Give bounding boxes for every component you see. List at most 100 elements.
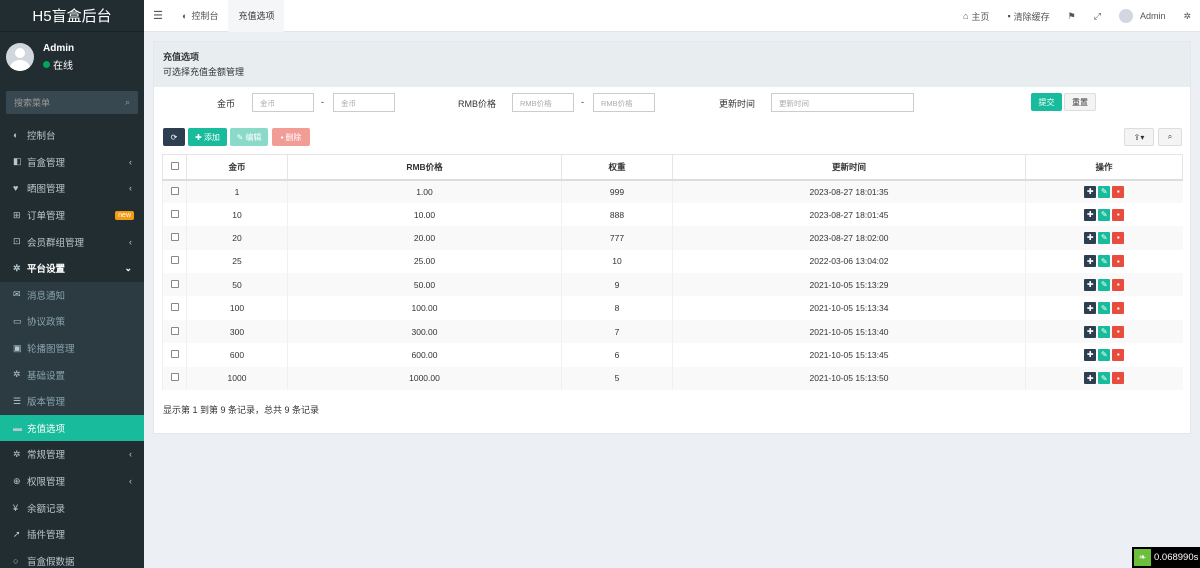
edit-icon[interactable]: ✎ — [1098, 278, 1111, 291]
delete-icon[interactable]: ▪ — [1112, 255, 1125, 268]
settings-gear-icon[interactable]: ✲ — [1174, 11, 1200, 22]
submit-button[interactable]: 提交 — [1031, 93, 1062, 111]
home-link[interactable]: ⌂ 主页 — [954, 10, 998, 23]
row-checkbox[interactable] — [170, 232, 179, 241]
drag-icon[interactable]: ✚ — [1084, 278, 1097, 291]
delete-icon[interactable]: ▪ — [1112, 185, 1125, 198]
delete-icon[interactable]: ▪ — [1112, 348, 1125, 361]
row-checkbox[interactable] — [170, 326, 179, 335]
row-checkbox[interactable] — [170, 256, 179, 265]
sidebar-item-16[interactable]: ○ 盲盒假数据 — [0, 548, 144, 568]
delete-icon[interactable]: ▪ — [1112, 278, 1125, 291]
tab-dashboard[interactable]: ◐ 控制台 — [172, 0, 228, 32]
reset-button[interactable]: 重置 — [1064, 93, 1096, 111]
row-checkbox-cell[interactable] — [162, 226, 187, 250]
sidebar-item-11[interactable]: ▬ 充值选项 — [0, 414, 144, 442]
rmb-from-input[interactable]: RMB价格 — [512, 93, 574, 112]
column-header-rmb[interactable]: RMB价格 — [287, 154, 562, 181]
edit-icon[interactable]: ✎ — [1098, 255, 1111, 268]
sidebar-item-13[interactable]: ⊕ 权限管理 ‹ — [0, 468, 144, 495]
sidebar-item-9[interactable]: ✲ 基础设置 — [0, 361, 144, 388]
delete-icon[interactable]: ▪ — [1112, 325, 1125, 338]
menu-search-input[interactable]: 搜索菜单 ⌕ — [6, 91, 138, 114]
export-dropdown-button[interactable]: ⇪▾ — [1124, 128, 1154, 146]
edit-icon[interactable]: ✎ — [1098, 231, 1111, 244]
sidebar-item-12[interactable]: ✲ 常规管理 ‹ — [0, 441, 144, 468]
sidebar-item-8[interactable]: ▣ 轮播图管理 — [0, 334, 144, 362]
delete-icon[interactable]: ▪ — [1112, 302, 1125, 315]
table-row[interactable]: 10 10.00 888 2023-08-27 18:01:45 ✚ ✎ ▪ — [162, 202, 1183, 227]
edit-button[interactable]: ✎ 编辑 — [230, 128, 268, 146]
sidebar-item-0[interactable]: ◐ 控制台 — [0, 122, 144, 149]
row-checkbox-cell[interactable] — [162, 296, 187, 320]
delete-icon[interactable]: ▪ — [1112, 231, 1125, 244]
delete-icon[interactable]: ▪ — [1112, 372, 1125, 385]
table-row[interactable]: 1000 1000.00 5 2021-10-05 15:13:50 ✚ ✎ ▪ — [162, 366, 1183, 391]
brand-logo[interactable]: H5盲盒后台 — [0, 0, 144, 32]
edit-icon[interactable]: ✎ — [1098, 302, 1111, 315]
row-checkbox-cell[interactable] — [162, 202, 187, 227]
drag-icon[interactable]: ✚ — [1084, 231, 1097, 244]
select-all-checkbox[interactable] — [170, 161, 179, 170]
tab-recharge-options[interactable]: 充值选项 — [228, 0, 285, 32]
drag-icon[interactable]: ✚ — [1084, 348, 1097, 361]
row-checkbox[interactable] — [170, 186, 179, 195]
sidebar-item-10[interactable]: ☰ 版本管理 — [0, 387, 144, 415]
row-checkbox-cell[interactable] — [162, 319, 187, 344]
debug-timing-badge[interactable]: ❧ 0.068990s — [1132, 547, 1200, 568]
search-icon[interactable]: ⌕ — [125, 97, 130, 108]
drag-icon[interactable]: ✚ — [1084, 325, 1097, 338]
edit-icon[interactable]: ✎ — [1098, 325, 1111, 338]
edit-icon[interactable]: ✎ — [1098, 348, 1111, 361]
drag-icon[interactable]: ✚ — [1084, 185, 1097, 198]
sidebar-item-14[interactable]: ¥ 余额记录 — [0, 494, 144, 521]
sidebar-item-15[interactable]: ➚ 插件管理 — [0, 521, 144, 548]
coin-to-input[interactable]: 金币 — [333, 93, 395, 112]
column-header-coin[interactable]: 金币 — [186, 154, 288, 181]
row-checkbox-cell[interactable] — [162, 273, 187, 297]
add-button[interactable]: ✚ 添加 — [188, 128, 227, 146]
table-row[interactable]: 600 600.00 6 2021-10-05 15:13:45 ✚ ✎ ▪ — [162, 343, 1183, 367]
language-icon[interactable]: ⚑ — [1059, 11, 1085, 22]
clear-cache-button[interactable]: ▪ 清除缓存 — [998, 10, 1058, 23]
update-time-input[interactable]: 更新时间 — [771, 93, 914, 112]
admin-menu[interactable]: Admin — [1110, 9, 1175, 23]
menu-toggle-icon[interactable]: ☰ — [144, 9, 172, 22]
row-checkbox[interactable] — [170, 279, 179, 288]
sidebar-item-2[interactable]: ♥ 晒图管理 ‹ — [0, 175, 144, 202]
delete-icon[interactable]: ▪ — [1112, 208, 1125, 221]
select-all-header[interactable] — [162, 154, 187, 181]
edit-icon[interactable]: ✎ — [1098, 208, 1111, 221]
table-row[interactable]: 1 1.00 999 2023-08-27 18:01:35 ✚ ✎ ▪ — [162, 179, 1183, 203]
row-checkbox-cell[interactable] — [162, 179, 187, 203]
edit-icon[interactable]: ✎ — [1098, 185, 1111, 198]
rmb-to-input[interactable]: RMB价格 — [593, 93, 655, 112]
coin-from-input[interactable]: 金币 — [252, 93, 314, 112]
sidebar-item-1[interactable]: ◧ 盲盒管理 ‹ — [0, 149, 144, 176]
sidebar-item-6[interactable]: ✉ 消息通知 — [0, 281, 144, 309]
row-checkbox[interactable] — [170, 209, 179, 218]
refresh-button[interactable]: ⟳ — [163, 128, 185, 146]
search-toggle-button[interactable]: ⌕ — [1158, 128, 1182, 146]
sidebar-item-7[interactable]: ▭ 协议政策 — [0, 308, 144, 335]
fullscreen-icon[interactable]: ⤢ — [1085, 11, 1110, 22]
table-row[interactable]: 100 100.00 8 2021-10-05 15:13:34 ✚ ✎ ▪ — [162, 296, 1183, 320]
row-checkbox[interactable] — [170, 303, 179, 312]
drag-icon[interactable]: ✚ — [1084, 255, 1097, 268]
row-checkbox[interactable] — [170, 349, 179, 358]
column-header-weight[interactable]: 权重 — [561, 154, 673, 181]
row-checkbox-cell[interactable] — [162, 366, 187, 391]
sidebar-item-3[interactable]: ⊞ 订单管理 new — [0, 202, 144, 229]
delete-button[interactable]: ▪ 删除 — [272, 128, 310, 146]
table-row[interactable]: 50 50.00 9 2021-10-05 15:13:29 ✚ ✎ ▪ — [162, 273, 1183, 297]
row-checkbox-cell[interactable] — [162, 249, 187, 274]
table-row[interactable]: 25 25.00 10 2022-03-06 13:04:02 ✚ ✎ ▪ — [162, 249, 1183, 274]
row-checkbox-cell[interactable] — [162, 343, 187, 367]
sidebar-item-5[interactable]: ✲ 平台设置 ⌄ — [0, 255, 144, 282]
drag-icon[interactable]: ✚ — [1084, 208, 1097, 221]
column-header-update-time[interactable]: 更新时间 — [672, 154, 1026, 181]
edit-icon[interactable]: ✎ — [1098, 372, 1111, 385]
drag-icon[interactable]: ✚ — [1084, 302, 1097, 315]
table-row[interactable]: 20 20.00 777 2023-08-27 18:02:00 ✚ ✎ ▪ — [162, 226, 1183, 250]
drag-icon[interactable]: ✚ — [1084, 372, 1097, 385]
